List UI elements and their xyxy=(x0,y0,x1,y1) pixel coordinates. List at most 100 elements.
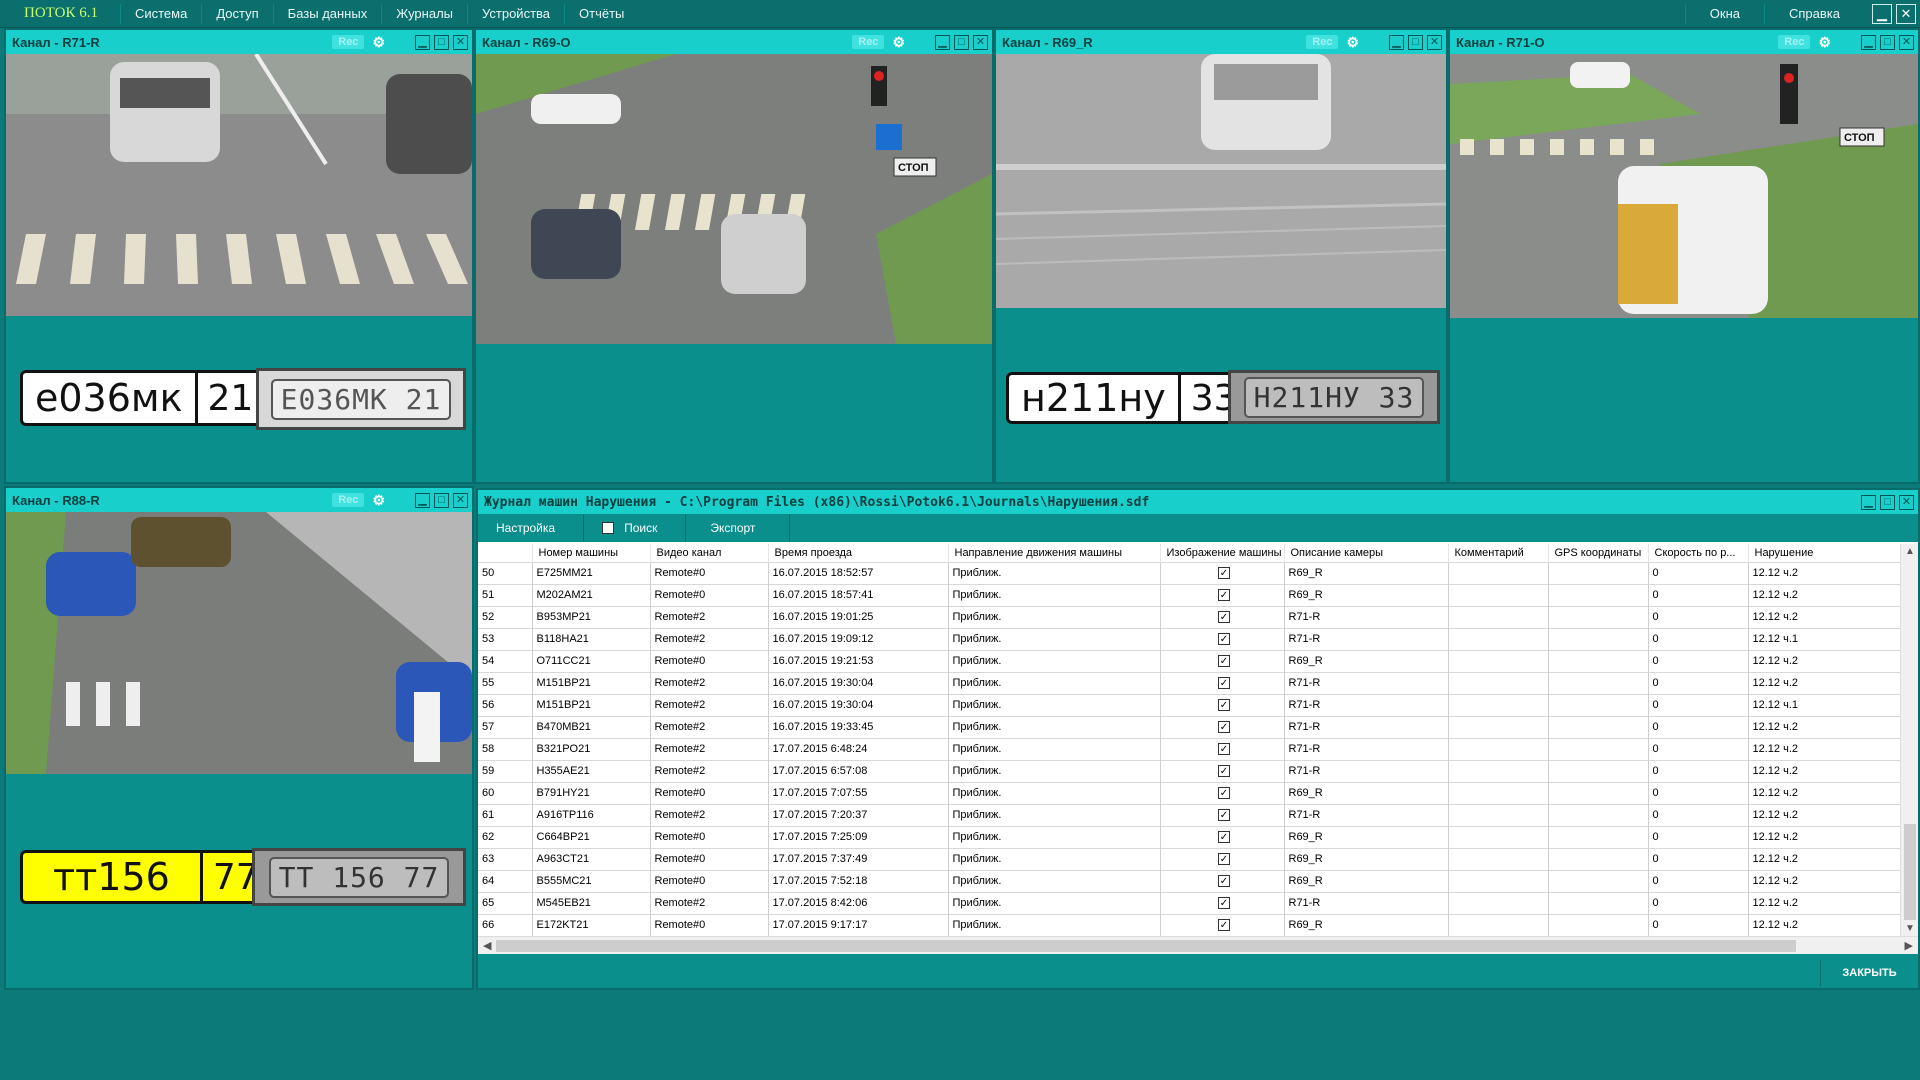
checkbox-icon[interactable]: ✓ xyxy=(1218,611,1230,623)
table-row[interactable]: 62 C664BP21 Remote#0 17.07.2015 7:25:09 Приб… xyxy=(478,825,1900,848)
minimize-icon[interactable]: ▁ xyxy=(415,492,430,508)
scroll-down-icon[interactable]: ▼ xyxy=(1901,923,1919,934)
column-header[interactable]: Нарушение xyxy=(1748,544,1900,562)
checkbox-icon[interactable]: ✓ xyxy=(1218,699,1230,711)
column-header[interactable] xyxy=(478,544,533,562)
column-header[interactable]: Время проезда xyxy=(768,544,949,562)
column-header[interactable]: GPS координаты xyxy=(1548,544,1649,562)
minimize-icon[interactable]: ▁ xyxy=(935,34,950,50)
table-cell: 12.12 ч.2 xyxy=(1748,847,1900,870)
table-row[interactable]: 61 A916TP116 Remote#2 17.07.2015 7:20:37 При… xyxy=(478,803,1900,826)
checkbox-icon[interactable]: ✓ xyxy=(1218,721,1230,733)
close-icon[interactable]: ✕ xyxy=(453,34,468,50)
horizontal-scrollbar[interactable]: ◀ ▶ xyxy=(478,936,1918,954)
maximize-icon[interactable]: □ xyxy=(954,34,969,50)
scroll-thumb[interactable] xyxy=(496,940,1796,952)
close-icon[interactable]: ✕ xyxy=(453,492,468,508)
table-row[interactable]: 51 M202AM21 Remote#0 16.07.2015 18:57:41 При… xyxy=(478,583,1900,606)
maximize-icon[interactable]: □ xyxy=(1880,494,1895,510)
menu-item-access[interactable]: Доступ xyxy=(201,3,272,24)
checkbox-icon[interactable]: ✓ xyxy=(1218,787,1230,799)
gear-icon[interactable]: ⚙ xyxy=(372,492,385,509)
scroll-right-icon[interactable]: ▶ xyxy=(1905,939,1913,952)
vertical-scrollbar[interactable]: ▲ ▼ xyxy=(1900,544,1918,936)
menu-item-reports[interactable]: Отчёты xyxy=(564,3,638,24)
column-header[interactable]: Направление движения машины xyxy=(948,544,1161,562)
table-row[interactable]: 55 M151BP21 Remote#2 16.07.2015 19:30:04 При… xyxy=(478,671,1900,694)
gear-icon[interactable]: ⚙ xyxy=(892,34,905,51)
menu-item-system[interactable]: Система xyxy=(119,3,201,24)
table-row[interactable]: 65 M545EB21 Remote#2 17.07.2015 8:42:06 Приб… xyxy=(478,891,1900,914)
rec-button[interactable]: Rec xyxy=(1778,35,1811,49)
close-icon[interactable]: ✕ xyxy=(973,34,988,50)
table-cell xyxy=(1548,869,1649,892)
column-header[interactable]: Изображение машины xyxy=(1160,544,1285,562)
journal-table-container[interactable]: Номер машины Видео канал Время проезда Напр… xyxy=(478,544,1900,936)
maximize-icon[interactable]: □ xyxy=(434,34,449,50)
menu-item-devices[interactable]: Устройства xyxy=(467,3,564,24)
minimize-icon[interactable]: ▁ xyxy=(415,34,430,50)
table-row[interactable]: 63 A963CT21 Remote#0 17.07.2015 7:37:49 Приб… xyxy=(478,847,1900,870)
rec-button[interactable]: Rec xyxy=(332,493,365,507)
scroll-thumb[interactable] xyxy=(1904,824,1916,920)
close-icon[interactable]: ✕ xyxy=(1899,34,1914,50)
search-toggle[interactable]: Поиск xyxy=(584,514,687,542)
maximize-icon[interactable]: □ xyxy=(1880,34,1895,50)
table-row[interactable]: 60 B791HY21 Remote#0 17.07.2015 7:07:55 Приб… xyxy=(478,781,1900,804)
scroll-left-icon[interactable]: ◀ xyxy=(483,939,491,952)
close-icon[interactable]: ✕ xyxy=(1899,494,1914,510)
checkbox-icon[interactable]: ✓ xyxy=(1218,897,1230,909)
gear-icon[interactable]: ⚙ xyxy=(372,34,385,51)
column-header[interactable]: Комментарий xyxy=(1448,544,1549,562)
checkbox-icon[interactable]: ✓ xyxy=(1218,765,1230,777)
gear-icon[interactable]: ⚙ xyxy=(1818,34,1831,51)
checkbox-icon[interactable]: ✓ xyxy=(1218,743,1230,755)
gear-icon[interactable]: ⚙ xyxy=(1346,34,1359,51)
rec-button[interactable]: Rec xyxy=(332,35,365,49)
app-minimize-icon[interactable]: ▁ xyxy=(1872,3,1892,24)
column-header[interactable]: Скорость по р... xyxy=(1648,544,1749,562)
table-row[interactable]: 56 M151BP21 Remote#2 16.07.2015 19:30:04 При… xyxy=(478,693,1900,716)
scroll-up-icon[interactable]: ▲ xyxy=(1901,546,1919,557)
close-journal-button[interactable]: ЗАКРЫТЬ xyxy=(1820,960,1918,986)
table-row[interactable]: 58 B321PO21 Remote#2 17.07.2015 6:48:24 Приб… xyxy=(478,737,1900,760)
checkbox-icon[interactable]: ✓ xyxy=(1218,589,1230,601)
table-row[interactable]: 52 B953MP21 Remote#2 16.07.2015 19:01:25 При… xyxy=(478,605,1900,628)
table-row[interactable]: 59 H355AE21 Remote#2 17.07.2015 6:57:08 Приб… xyxy=(478,759,1900,782)
checkbox-icon[interactable]: ✓ xyxy=(1218,809,1230,821)
checkbox-icon[interactable]: ✓ xyxy=(1218,875,1230,887)
search-checkbox[interactable] xyxy=(602,522,615,534)
column-header[interactable]: Номер машины xyxy=(532,544,651,562)
column-header[interactable]: Видео канал xyxy=(650,544,769,562)
image-checkbox-cell: ✓ xyxy=(1160,913,1285,936)
minimize-icon[interactable]: ▁ xyxy=(1861,34,1876,50)
menu-item-databases[interactable]: Базы данных xyxy=(272,3,382,24)
table-row[interactable]: 64 B555MC21 Remote#0 17.07.2015 7:52:18 Приб… xyxy=(478,869,1900,892)
menu-item-help[interactable]: Справка xyxy=(1764,3,1864,24)
checkbox-icon[interactable]: ✓ xyxy=(1218,655,1230,667)
export-button[interactable]: Экспорт xyxy=(686,514,791,542)
menu-item-journals[interactable]: Журналы xyxy=(381,3,467,24)
table-row[interactable]: 53 B118HA21 Remote#2 16.07.2015 19:09:12 При… xyxy=(478,627,1900,650)
checkbox-icon[interactable]: ✓ xyxy=(1218,853,1230,865)
maximize-icon[interactable]: □ xyxy=(1408,34,1423,50)
close-icon[interactable]: ✕ xyxy=(1427,34,1442,50)
table-row[interactable]: 66 E172KT21 Remote#0 17.07.2015 9:17:17 Приб… xyxy=(478,913,1900,936)
maximize-icon[interactable]: □ xyxy=(434,492,449,508)
checkbox-icon[interactable]: ✓ xyxy=(1218,567,1230,579)
column-header[interactable]: Описание камеры xyxy=(1284,544,1449,562)
minimize-icon[interactable]: ▁ xyxy=(1389,34,1404,50)
table-row[interactable]: 54 O711CC21 Remote#0 16.07.2015 19:21:53 При… xyxy=(478,649,1900,672)
minimize-icon[interactable]: ▁ xyxy=(1861,494,1876,510)
checkbox-icon[interactable]: ✓ xyxy=(1218,633,1230,645)
app-close-icon[interactable]: ✕ xyxy=(1896,3,1916,24)
rec-button[interactable]: Rec xyxy=(1306,35,1339,49)
table-row[interactable]: 57 B470MB21 Remote#2 16.07.2015 19:33:45 При… xyxy=(478,715,1900,738)
table-row[interactable]: 50 E725MM21 Remote#0 16.07.2015 18:52:57 При… xyxy=(478,561,1900,584)
menu-item-windows[interactable]: Окна xyxy=(1684,3,1764,24)
checkbox-icon[interactable]: ✓ xyxy=(1218,919,1230,932)
settings-button[interactable]: Настройка xyxy=(478,514,585,542)
rec-button[interactable]: Rec xyxy=(852,35,885,49)
checkbox-icon[interactable]: ✓ xyxy=(1218,677,1230,689)
checkbox-icon[interactable]: ✓ xyxy=(1218,831,1230,843)
